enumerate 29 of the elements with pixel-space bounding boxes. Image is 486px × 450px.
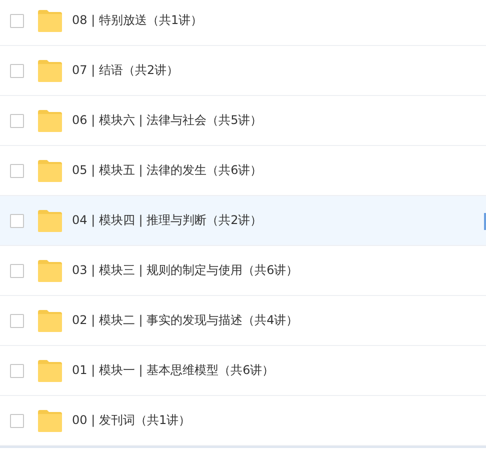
checkbox[interactable]: [10, 414, 24, 428]
folder-name: 08 | 特别放送（共1讲）: [72, 12, 203, 29]
checkbox[interactable]: [10, 364, 24, 378]
folder-icon: [38, 10, 62, 32]
folder-name: 04 | 模块四 | 推理与判断（共2讲）: [72, 212, 262, 229]
folder-name: 02 | 模块二 | 事实的发现与描述（共4讲）: [72, 312, 298, 329]
folder-row[interactable]: 04 | 模块四 | 推理与判断（共2讲）: [0, 196, 486, 246]
folder-name: 00 | 发刊词（共1讲）: [72, 412, 191, 429]
checkbox[interactable]: [10, 14, 24, 28]
folder-name: 01 | 模块一 | 基本思维模型（共6讲）: [72, 362, 274, 379]
checkbox[interactable]: [10, 164, 24, 178]
folder-name: 06 | 模块六 | 法律与社会（共5讲）: [72, 112, 262, 129]
checkbox[interactable]: [10, 214, 24, 228]
checkbox[interactable]: [10, 64, 24, 78]
folder-icon: [38, 110, 62, 132]
folder-icon: [38, 310, 62, 332]
folder-icon: [38, 60, 62, 82]
folder-name: 03 | 模块三 | 规则的制定与使用（共6讲）: [72, 262, 298, 279]
folder-name: 07 | 结语（共2讲）: [72, 62, 179, 79]
checkbox[interactable]: [10, 114, 24, 128]
folder-icon: [38, 360, 62, 382]
hover-indicator: [484, 212, 486, 230]
checkbox[interactable]: [10, 264, 24, 278]
folder-icon: [38, 410, 62, 432]
checkbox[interactable]: [10, 314, 24, 328]
folder-name: 05 | 模块五 | 法律的发生（共6讲）: [72, 162, 262, 179]
folder-icon: [38, 160, 62, 182]
folder-icon: [38, 210, 62, 232]
folder-icon: [38, 260, 62, 282]
